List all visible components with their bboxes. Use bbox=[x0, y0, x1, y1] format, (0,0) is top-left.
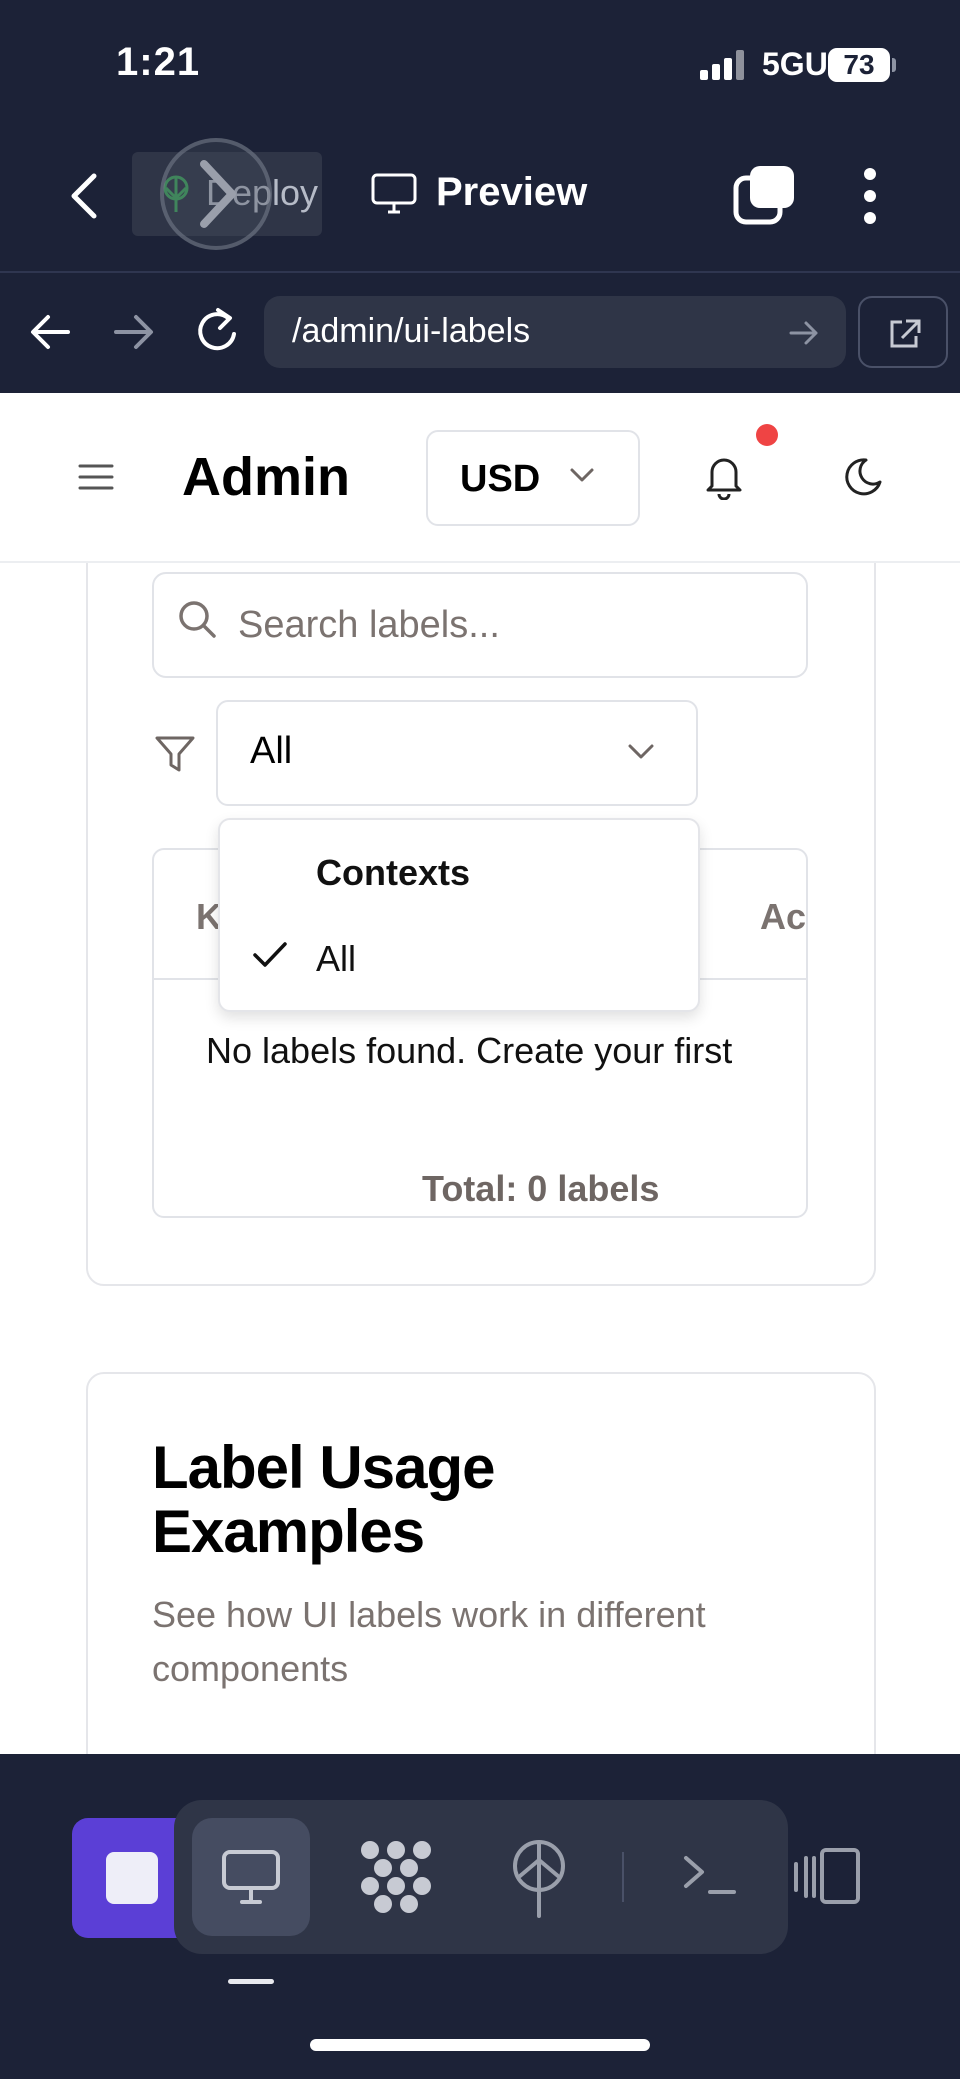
status-time: 1:21 bbox=[116, 40, 201, 84]
filter-icon bbox=[154, 734, 196, 774]
total-count: Total: 0 labels bbox=[422, 1168, 660, 1209]
menu-icon[interactable] bbox=[78, 462, 114, 492]
search-icon bbox=[176, 598, 218, 640]
active-tool-indicator bbox=[228, 1979, 274, 1984]
more-icon[interactable] bbox=[862, 166, 878, 226]
tabs-icon[interactable] bbox=[732, 164, 796, 226]
moon-icon[interactable] bbox=[842, 456, 884, 498]
arrow-right-icon[interactable] bbox=[112, 312, 156, 352]
home-indicator[interactable] bbox=[310, 2039, 650, 2051]
chevron-down-icon bbox=[626, 742, 656, 762]
terminal-icon[interactable] bbox=[682, 1852, 738, 1898]
page-title: Admin bbox=[182, 447, 350, 507]
chevron-right-icon bbox=[194, 158, 242, 230]
battery-level: 73 bbox=[828, 48, 890, 82]
currency-value: USD bbox=[460, 458, 541, 500]
notification-badge bbox=[756, 424, 778, 446]
open-external-button[interactable] bbox=[858, 296, 948, 368]
devices-icon[interactable] bbox=[792, 1846, 864, 1906]
open-external-icon bbox=[890, 319, 921, 348]
preview-button[interactable]: Preview bbox=[436, 170, 587, 215]
preview-icon[interactable] bbox=[370, 172, 418, 214]
monitor-icon bbox=[222, 1850, 280, 1904]
card-title: Label Usage Examples bbox=[152, 1434, 495, 1565]
apps-icon[interactable] bbox=[358, 1838, 434, 1914]
reload-icon[interactable] bbox=[194, 306, 242, 356]
battery-icon bbox=[892, 58, 896, 72]
back-icon[interactable] bbox=[62, 168, 106, 224]
stop-icon bbox=[106, 1852, 158, 1904]
signal-strength-icon bbox=[700, 50, 748, 80]
url-text: /admin/ui-labels bbox=[292, 312, 531, 350]
context-filter-value: All bbox=[250, 730, 293, 772]
label-usage-card bbox=[86, 1372, 876, 1772]
deploy-tool-icon[interactable] bbox=[508, 1836, 570, 1920]
bell-icon[interactable] bbox=[704, 454, 744, 501]
tool-preview-button[interactable] bbox=[192, 1818, 310, 1936]
search-input[interactable] bbox=[238, 598, 778, 652]
menu-group-heading: Contexts bbox=[316, 852, 471, 893]
context-dropdown-menu bbox=[218, 818, 700, 1012]
divider bbox=[622, 1852, 624, 1902]
chevron-down-icon bbox=[568, 466, 596, 486]
card-subtitle: See how UI labels work in different comp… bbox=[152, 1594, 706, 1689]
divider bbox=[0, 271, 960, 273]
column-header-actions: Ac bbox=[760, 896, 807, 937]
empty-state-message: No labels found. Create your first bbox=[206, 1030, 733, 1071]
arrow-left-icon[interactable] bbox=[28, 312, 72, 352]
menu-option-all[interactable]: All bbox=[316, 938, 356, 980]
go-arrow-icon[interactable] bbox=[788, 318, 820, 348]
check-icon bbox=[252, 940, 288, 970]
